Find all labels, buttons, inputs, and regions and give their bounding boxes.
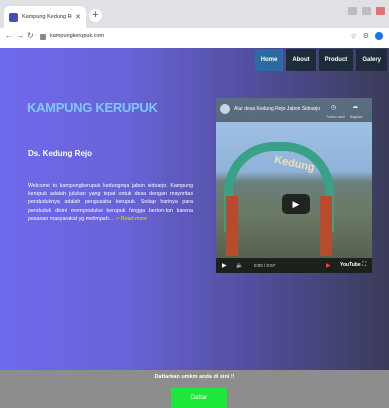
reload-icon[interactable]: ↻ [27, 31, 34, 40]
new-tab-button[interactable]: + [89, 9, 102, 22]
watch-later-label: Tonton nanti [326, 115, 346, 119]
bookmark-star-icon[interactable]: ☆ [350, 32, 356, 40]
main-nav: Home About Product Galery [254, 49, 387, 71]
video-time: 0:00 / 0:57 [254, 263, 276, 268]
volume-icon[interactable]: 🔈 [236, 262, 243, 269]
video-title[interactable]: Alur desa Kedung Rejo Jabon Sidoarjo [234, 106, 320, 112]
page-title: KAMPUNG KERUPUK [27, 100, 158, 115]
play-button[interactable]: ▶ [282, 194, 310, 214]
footer-banner: Daftarkan umkm anda di sini !! Daftar [0, 370, 389, 408]
lock-icon [40, 34, 46, 40]
extensions-icon[interactable]: ⚙ [363, 32, 369, 40]
minimize-icon[interactable] [348, 7, 357, 15]
address-bar[interactable]: kampungkerupuk.com [50, 33, 104, 39]
browser-tabstrip: Kampung Kedung Rejo ✕ + [0, 0, 389, 28]
nav-home[interactable]: Home [254, 49, 284, 71]
tab-close-icon[interactable]: ✕ [75, 13, 81, 21]
play-icon[interactable]: ▶ [222, 262, 227, 269]
back-arrow-icon[interactable]: ← [5, 31, 13, 40]
close-window-icon[interactable] [376, 7, 385, 15]
favicon-icon [9, 12, 18, 22]
read-more-link[interactable]: -> Read more [115, 216, 148, 222]
page-hero: Home About Product Galery KAMPUNG KERUPU… [0, 48, 389, 370]
browser-toolbar: ← → ↻ kampungkerupuk.com ☆ ⚙ [0, 28, 389, 49]
gate-pillar-right [320, 196, 332, 256]
fullscreen-icon[interactable]: ⛶ [362, 262, 366, 269]
share-label: Bagikan [350, 115, 363, 119]
watch-later-icon[interactable]: ◷ [331, 104, 336, 111]
description-text: Welcome to kampungkerupuk kedungreja jab… [28, 183, 193, 222]
browser-tab[interactable]: Kampung Kedung Rejo ✕ [4, 6, 86, 28]
youtube-logo-icon: ▶ [326, 263, 331, 269]
share-icon[interactable]: ➦ [353, 104, 358, 111]
daftar-button[interactable]: Daftar [171, 388, 227, 408]
video-embed[interactable]: Kedung Alur desa Kedung Rejo Jabon Sidoa… [216, 98, 372, 273]
toolbar-icons: ☆ ⚙ [350, 32, 383, 40]
profile-avatar[interactable] [375, 32, 383, 40]
gate-pillar-left [226, 196, 238, 256]
nav-product[interactable]: Product [318, 49, 354, 71]
channel-avatar[interactable] [220, 104, 230, 114]
forward-arrow-icon[interactable]: → [16, 31, 24, 40]
tab-title: Kampung Kedung Rejo [22, 14, 72, 20]
maximize-icon[interactable] [362, 7, 371, 15]
nav-galery[interactable]: Galery [356, 49, 387, 71]
footer-text: Daftarkan umkm anda di sini !! [154, 374, 235, 380]
youtube-label[interactable]: YouTube [340, 262, 361, 268]
window-controls [348, 7, 385, 15]
description: Welcome to kampungkerupuk kedungreja jab… [28, 182, 193, 223]
video-header: Alur desa Kedung Rejo Jabon Sidoarjo ◷ T… [216, 98, 372, 122]
video-control-bar: ▶ 🔈 0:00 / 0:57 ▶ YouTube ⛶ [216, 258, 372, 273]
nav-about[interactable]: About [286, 49, 316, 71]
page-subtitle: Ds. Kedung Rejo [28, 149, 93, 158]
